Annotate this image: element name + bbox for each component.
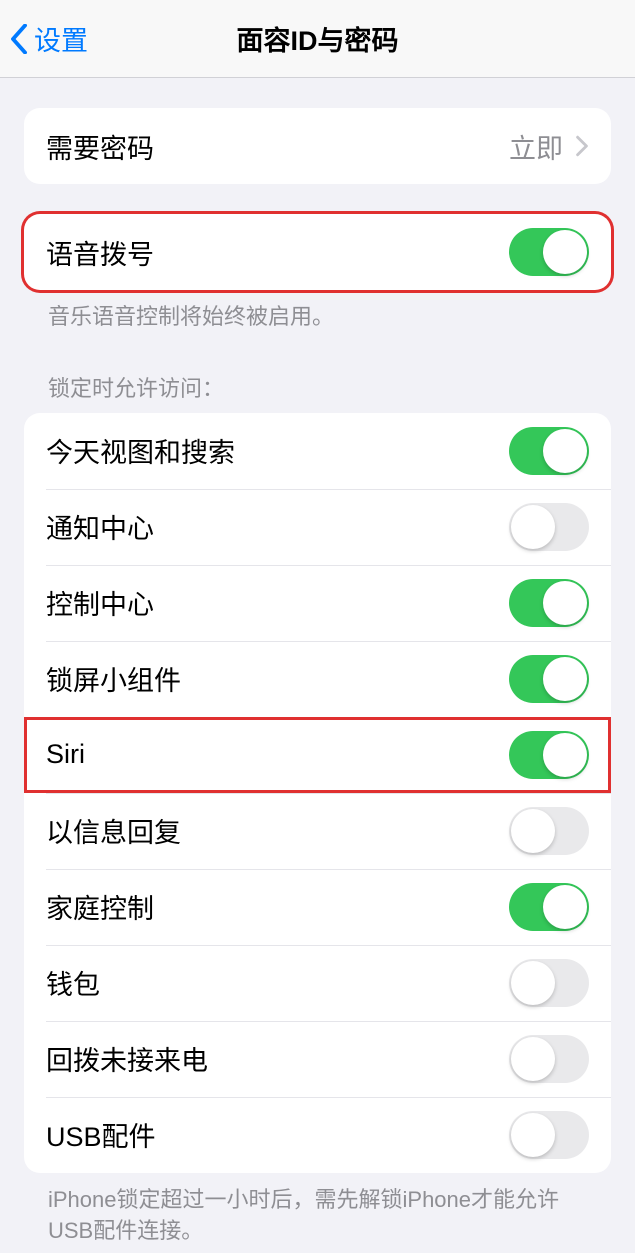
lock-access-row: 今天视图和搜索 (24, 413, 611, 489)
toggle[interactable] (509, 503, 589, 551)
toggle[interactable] (509, 731, 589, 779)
toggle[interactable] (509, 427, 589, 475)
back-label: 设置 (34, 19, 88, 58)
row-right: 立即 (509, 127, 589, 166)
lock-access-row: 锁屏小组件 (24, 641, 611, 717)
lock-access-row: 通知中心 (24, 489, 611, 565)
row-label: 语音拨号 (46, 233, 154, 272)
back-button[interactable]: 设置 (0, 19, 88, 58)
voice-dial-row: 语音拨号 (24, 214, 611, 290)
voice-dial-toggle[interactable] (509, 228, 589, 276)
lock-access-group: 今天视图和搜索通知中心控制中心锁屏小组件 Siri 以信息回复家庭控制钱包回拨未接来… (24, 413, 611, 1173)
row-label: 控制中心 (46, 583, 154, 622)
lock-access-row: 回拨未接来电 (24, 1021, 611, 1097)
toggle[interactable] (509, 883, 589, 931)
lock-access-row: 以信息回复 (24, 793, 611, 869)
chevron-right-icon (575, 135, 589, 157)
row-label: 以信息回复 (46, 811, 181, 850)
row-label: 钱包 (46, 963, 100, 1002)
lock-access-row: 钱包 (24, 945, 611, 1021)
toggle[interactable] (509, 579, 589, 627)
row-label: Siri (46, 739, 85, 770)
row-label: USB配件 (46, 1115, 156, 1154)
row-label: 回拨未接来电 (46, 1039, 208, 1078)
lock-access-row: USB配件 (24, 1097, 611, 1173)
lock-access-row: Siri (24, 717, 611, 793)
lock-access-row: 控制中心 (24, 565, 611, 641)
require-passcode-row[interactable]: 需要密码 立即 (24, 108, 611, 184)
toggle[interactable] (509, 807, 589, 855)
passcode-group: 需要密码 立即 (24, 108, 611, 184)
navbar: 设置 面容ID与密码 (0, 0, 635, 78)
toggle[interactable] (509, 1035, 589, 1083)
row-label: 家庭控制 (46, 887, 154, 926)
chevron-left-icon (10, 24, 28, 54)
voice-dial-group: 语音拨号 (24, 214, 611, 290)
toggle[interactable] (509, 655, 589, 703)
lock-access-header: 锁定时允许访问： (24, 333, 611, 413)
toggle[interactable] (509, 1111, 589, 1159)
row-label: 通知中心 (46, 507, 154, 546)
lock-access-row: 家庭控制 (24, 869, 611, 945)
row-value: 立即 (509, 127, 563, 166)
row-label: 需要密码 (46, 127, 154, 166)
page-title: 面容ID与密码 (0, 19, 635, 58)
row-label: 锁屏小组件 (46, 659, 181, 698)
voice-dial-footnote: 音乐语音控制将始终被启用。 (24, 290, 611, 333)
toggle[interactable] (509, 959, 589, 1007)
row-label: 今天视图和搜索 (46, 431, 235, 470)
lock-access-footnote: iPhone锁定超过一小时后，需先解锁iPhone才能允许USB配件连接。 (24, 1173, 611, 1247)
